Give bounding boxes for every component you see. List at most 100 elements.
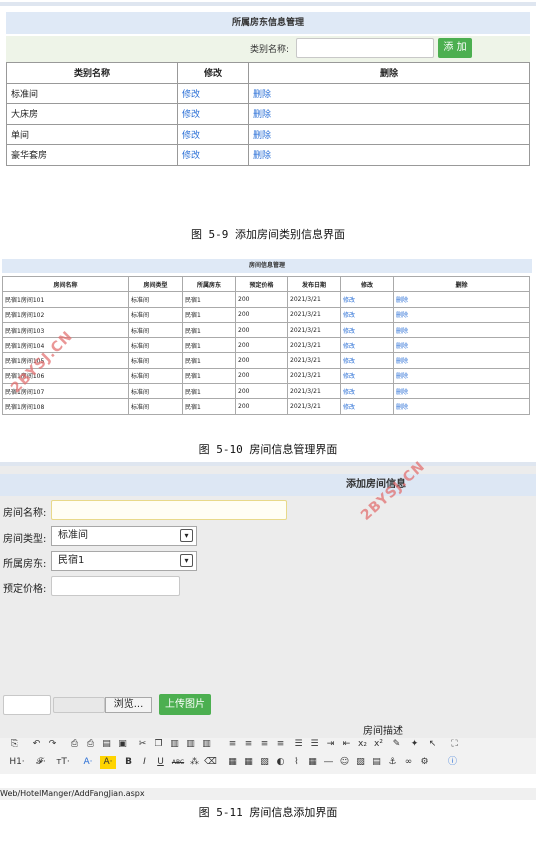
delete-link[interactable]: 删除 xyxy=(396,404,408,411)
file-field[interactable] xyxy=(53,697,105,713)
edit-link[interactable]: 修改 xyxy=(343,343,355,350)
room-type-cell: 标准间 xyxy=(128,306,183,323)
link-icon[interactable]: ∞ xyxy=(402,756,415,769)
upload-image-button[interactable]: 上传图片 xyxy=(159,694,211,715)
font-size-dropdown[interactable]: тT· xyxy=(54,756,72,769)
eraser-icon[interactable]: ⌫ xyxy=(204,756,217,769)
align-right-icon[interactable]: ≡ xyxy=(258,738,271,751)
page-break-icon[interactable]: ▤ xyxy=(370,756,383,769)
unlink-icon[interactable]: ⚙ xyxy=(418,756,431,769)
highlight-button[interactable]: A· xyxy=(100,756,116,769)
delete-link[interactable]: 删除 xyxy=(396,389,408,396)
font-family-dropdown[interactable]: 𝓕· xyxy=(32,756,50,769)
outdent-icon[interactable]: ⇤ xyxy=(340,738,353,751)
paste-text-icon[interactable]: ▥ xyxy=(184,738,197,751)
delete-link[interactable]: 删除 xyxy=(396,297,408,304)
indent-icon[interactable]: ⇥ xyxy=(324,738,337,751)
heading-dropdown[interactable]: H1· xyxy=(8,756,26,769)
edit-link[interactable]: 修改 xyxy=(182,110,200,120)
clear-format-icon[interactable]: ✎ xyxy=(390,738,403,751)
subscript-icon[interactable]: x₂ xyxy=(356,738,369,751)
emoticon-icon[interactable]: ☺ xyxy=(338,756,351,769)
room-type-select[interactable]: 标准间 ▾ xyxy=(51,526,197,546)
add-category-button[interactable]: 添 加 xyxy=(438,38,472,58)
format-match-icon[interactable]: ⁂ xyxy=(188,756,201,769)
edit-link[interactable]: 修改 xyxy=(343,312,355,319)
picture-icon[interactable]: ▨ xyxy=(354,756,367,769)
publish-date-cell: 2021/3/21 xyxy=(287,306,341,323)
edit-link[interactable]: 修改 xyxy=(343,328,355,335)
edit-link[interactable]: 修改 xyxy=(343,358,355,365)
underline-button[interactable]: U xyxy=(154,756,167,769)
hr-icon[interactable]: ― xyxy=(322,756,335,769)
delete-link[interactable]: 删除 xyxy=(396,312,408,319)
room-type-cell: 标准间 xyxy=(128,398,183,415)
italic-button[interactable]: I xyxy=(138,756,151,769)
justify-icon[interactable]: ≡ xyxy=(274,738,287,751)
ordered-list-icon[interactable]: ☰ xyxy=(292,738,305,751)
delete-link[interactable]: 删除 xyxy=(253,90,271,100)
fullscreen-icon[interactable]: ⛶ xyxy=(448,738,461,751)
column-header: 类别名称 xyxy=(6,62,178,84)
delete-link[interactable]: 删除 xyxy=(396,373,408,380)
editor-toolbar-row-1: ⎘ ↶ ↷ ⎙ ⎙ ▤ ▣ ✂ ❐ ▥ ▥ ▥ ≡ ≡ ≡ ≡ ☰ ☰ ⇥ ⇤ … xyxy=(0,738,536,756)
browse-button[interactable]: 浏览... xyxy=(105,697,152,713)
help-icon[interactable]: ⓘ xyxy=(446,756,459,769)
delete-link[interactable]: 删除 xyxy=(253,151,271,161)
image-path-input[interactable] xyxy=(3,695,51,715)
preview-icon[interactable]: ⎙ xyxy=(68,738,81,751)
chevron-down-icon[interactable]: ▾ xyxy=(180,529,193,542)
align-left-icon[interactable]: ≡ xyxy=(226,738,239,751)
template-icon[interactable]: ▤ xyxy=(100,738,113,751)
landlord-select[interactable]: 民宿1 ▾ xyxy=(51,551,197,571)
pointer-icon[interactable]: ↖ xyxy=(426,738,439,751)
font-color-button[interactable]: A· xyxy=(80,756,96,769)
landlord-cell: 民宿1 xyxy=(182,291,236,308)
redo-icon[interactable]: ↷ xyxy=(46,738,59,751)
landlord-cell: 民宿1 xyxy=(182,306,236,323)
delete-link[interactable]: 删除 xyxy=(253,110,271,120)
chevron-down-icon[interactable]: ▾ xyxy=(180,554,193,567)
table-icon[interactable]: ▦ xyxy=(306,756,319,769)
strikethrough-button[interactable]: ABC xyxy=(170,756,186,769)
room-type-value: 标准间 xyxy=(58,530,88,541)
delete-link[interactable]: 删除 xyxy=(253,131,271,141)
category-name-input[interactable] xyxy=(296,38,434,58)
delete-link[interactable]: 删除 xyxy=(396,358,408,365)
code-icon[interactable]: ▣ xyxy=(116,738,129,751)
edit-link[interactable]: 修改 xyxy=(343,373,355,380)
source-icon[interactable]: ⎘ xyxy=(8,738,21,751)
edit-link[interactable]: 修改 xyxy=(343,389,355,396)
delete-link[interactable]: 删除 xyxy=(396,343,408,350)
edit-link[interactable]: 修改 xyxy=(343,297,355,304)
category-table: 类别名称 修改 删除 标准间 修改 删除 大床房 修改 删除 单间 修改 删除 xyxy=(6,62,530,166)
superscript-icon[interactable]: x² xyxy=(372,738,385,751)
paste-icon[interactable]: ▥ xyxy=(168,738,181,751)
flash-icon[interactable]: ◐ xyxy=(274,756,287,769)
select-all-icon[interactable]: ✦ xyxy=(408,738,421,751)
copy-icon[interactable]: ❐ xyxy=(152,738,165,751)
edit-link[interactable]: 修改 xyxy=(182,131,200,141)
edit-link[interactable]: 修改 xyxy=(182,90,200,100)
editor-content-area[interactable] xyxy=(0,774,536,788)
paste-word-icon[interactable]: ▥ xyxy=(200,738,213,751)
table-row: 民宿1房间108 标准间 民宿1 200 2021/3/21 修改 删除 xyxy=(2,398,530,415)
price-input[interactable] xyxy=(51,576,180,596)
insert-row-icon[interactable]: ▦ xyxy=(226,756,239,769)
top-divider xyxy=(0,2,536,6)
bullet-list-icon[interactable]: ☰ xyxy=(308,738,321,751)
attachment-icon[interactable]: ⌇ xyxy=(290,756,303,769)
undo-icon[interactable]: ↶ xyxy=(30,738,43,751)
room-name-input[interactable] xyxy=(51,500,287,520)
room-type-cell: 标准间 xyxy=(128,321,183,339)
edit-link[interactable]: 修改 xyxy=(343,404,355,411)
cut-icon[interactable]: ✂ xyxy=(136,738,149,751)
image-icon[interactable]: ▧ xyxy=(258,756,271,769)
delete-link[interactable]: 删除 xyxy=(396,328,408,335)
edit-link[interactable]: 修改 xyxy=(182,151,200,161)
delete-row-icon[interactable]: ▦ xyxy=(242,756,255,769)
anchor-icon[interactable]: ⚓ xyxy=(386,756,399,769)
bold-button[interactable]: B xyxy=(122,756,135,769)
print-icon[interactable]: ⎙ xyxy=(84,738,97,751)
align-center-icon[interactable]: ≡ xyxy=(242,738,255,751)
